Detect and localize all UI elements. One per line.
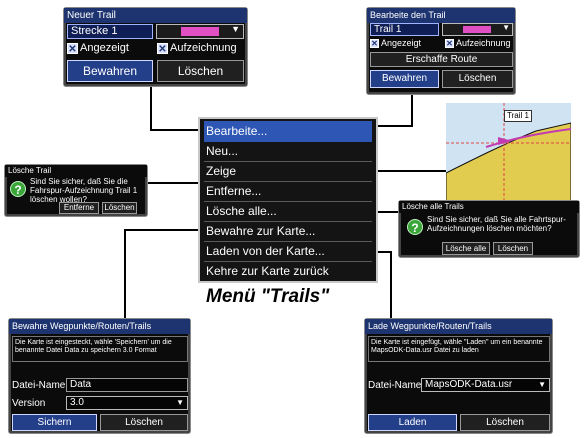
load-button[interactable]: Laden: [368, 414, 457, 431]
menu-item-load-from-card[interactable]: Laden von der Karte...: [204, 241, 372, 262]
trail-map-label: Trail 1: [504, 110, 532, 122]
create-route-button[interactable]: Erschaffe Route: [370, 52, 513, 67]
info-text: Die Karte ist eingesteckt, wähle 'Speich…: [12, 336, 188, 362]
checkmark-icon: ✕: [157, 42, 168, 55]
dialog-title: Lösche alle Trails: [399, 201, 579, 213]
recording-checkbox[interactable]: ✕ Aufzeichnung: [445, 38, 511, 49]
connector-line: [390, 251, 392, 319]
edit-trail-dialog: Bearbeite den Trail Trail 1 ▼ ✕ Angezeigt…: [366, 7, 516, 95]
trail-name-input[interactable]: Trail 1: [370, 23, 439, 36]
delete-button[interactable]: Löschen: [157, 60, 244, 82]
dialog-title: Lade Wegpunkte/Routen/Trails: [365, 319, 552, 334]
question-icon: ?: [10, 181, 26, 197]
checkmark-icon: ✕: [67, 42, 78, 55]
chevron-down-icon: ▼: [502, 23, 510, 32]
trail-name-input[interactable]: Strecke 1: [67, 24, 153, 39]
delete-trail-dialog: Lösche Trail ? Sind Sie sicher, daß Sie …: [4, 164, 148, 217]
delete-button[interactable]: Löschen: [102, 202, 137, 214]
filename-label: Datei-Name: [368, 380, 422, 391]
connector-line: [376, 125, 413, 127]
delete-all-dialog: Lösche alle Trails ? Sind Sie sicher, da…: [398, 200, 580, 258]
version-label: Version: [12, 398, 46, 409]
menu-item-remove[interactable]: Entferne...: [204, 181, 372, 202]
info-text: Die Karte ist eingefügt, wähle "Laden" u…: [368, 336, 550, 362]
load-dialog: Lade Wegpunkte/Routen/Trails Die Karte i…: [364, 318, 553, 434]
confirm-message: Sind Sie sicher, daß Sie alle Fahrtspur-…: [427, 215, 566, 233]
shown-label: Angezeigt: [80, 42, 129, 54]
checkmark-icon: ✕: [370, 39, 379, 49]
filename-select[interactable]: MapsODK-Data.usr ▼: [421, 378, 550, 392]
remove-button[interactable]: Entferne: [59, 202, 99, 214]
menu-item-edit[interactable]: Bearbeite...: [204, 121, 372, 142]
trail-color-select[interactable]: ▼: [442, 23, 513, 36]
save-button[interactable]: Bewahren: [370, 70, 439, 88]
chevron-down-icon: ▼: [538, 380, 546, 389]
version-value: 3.0: [70, 397, 84, 408]
color-swatch: [181, 27, 219, 36]
filename-label: Datei-Name: [12, 380, 66, 391]
delete-button[interactable]: Löschen: [460, 414, 550, 431]
delete-all-button[interactable]: Lösche alle: [442, 242, 490, 255]
save-button[interactable]: Bewahren: [67, 60, 153, 82]
connector-line: [150, 86, 152, 131]
save-dialog: Bewahre Wegpunkte/Routen/Trails Die Kart…: [8, 318, 191, 434]
trails-menu: Bearbeite... Neu... Zeige Entferne... Lö…: [198, 117, 378, 283]
menu-item-new[interactable]: Neu...: [204, 141, 372, 162]
version-select[interactable]: 3.0 ▼: [66, 396, 188, 410]
save-button[interactable]: Sichern: [12, 414, 97, 431]
filename-input[interactable]: Data: [66, 378, 188, 392]
connector-line: [124, 229, 126, 321]
new-trail-dialog: Neuer Trail Strecke 1 ▼ ✕ Angezeigt ✕ Aufz…: [63, 7, 248, 87]
shown-label: Angezeigt: [381, 38, 422, 48]
recording-checkbox[interactable]: ✕ Aufzeichnung: [157, 42, 237, 55]
dialog-title: Neuer Trail: [64, 8, 247, 23]
delete-button[interactable]: Löschen: [442, 70, 513, 88]
connector-line: [411, 95, 413, 127]
confirm-message: Sind Sie sicher, daß Sie die Fahrspur-Au…: [30, 177, 138, 204]
color-swatch: [463, 26, 491, 33]
recording-label: Aufzeichnung: [170, 42, 237, 54]
recording-label: Aufzeichnung: [456, 38, 511, 48]
question-icon: ?: [407, 219, 423, 235]
dialog-title: Lösche Trail: [5, 165, 147, 177]
menu-item-return-to-map[interactable]: Kehre zur Karte zurück: [204, 261, 372, 281]
shown-checkbox[interactable]: ✕ Angezeigt: [67, 42, 129, 55]
filename-value: MapsODK-Data.usr: [425, 379, 513, 390]
chevron-down-icon: ▼: [176, 398, 184, 407]
menu-item-show[interactable]: Zeige: [204, 161, 372, 182]
menu-item-save-to-card[interactable]: Bewahre zur Karte...: [204, 221, 372, 242]
delete-button[interactable]: Löschen: [100, 414, 188, 431]
shown-checkbox[interactable]: ✕ Angezeigt: [370, 38, 422, 49]
delete-button[interactable]: Löschen: [493, 242, 533, 255]
menu-item-delete-all[interactable]: Lösche alle...: [204, 201, 372, 222]
trail-color-select[interactable]: ▼: [156, 24, 244, 39]
dialog-title: Bearbeite den Trail: [367, 8, 515, 23]
dialog-title: Bewahre Wegpunkte/Routen/Trails: [9, 319, 190, 334]
checkmark-icon: ✕: [445, 39, 454, 49]
menu-caption: Menü "Trails": [206, 286, 330, 307]
map-preview: Trail 1: [446, 103, 571, 201]
chevron-down-icon: ▼: [231, 24, 240, 34]
